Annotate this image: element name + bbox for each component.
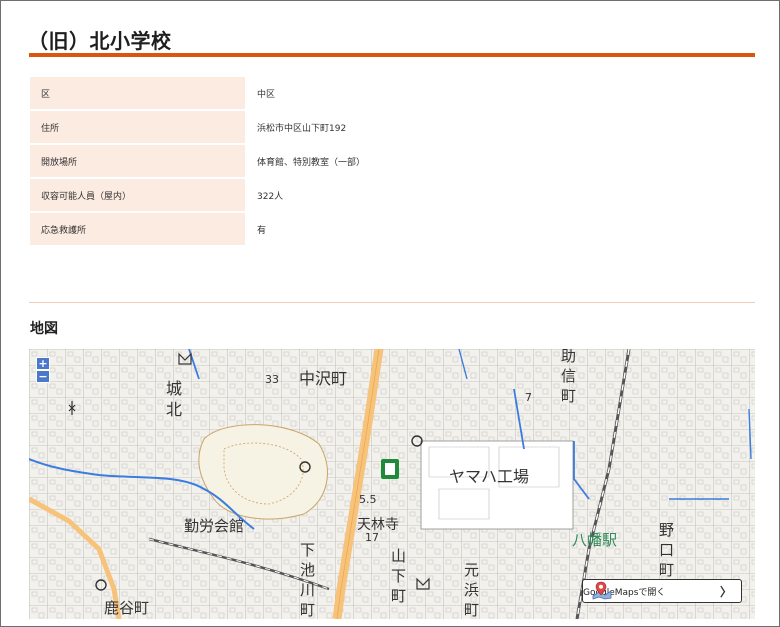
map-label-yamashita-3: 町 <box>391 587 406 605</box>
page-title: （旧）北小学校 <box>28 29 172 53</box>
row-label-address: 住所 <box>30 111 245 143</box>
map-label-motohama-3: 町 <box>464 601 479 619</box>
elevation-label: 33 <box>265 373 279 386</box>
map-pin-icon <box>592 581 612 600</box>
map-label-shimoike-1: 下 <box>300 541 315 559</box>
row-label-first-aid: 応急救護所 <box>30 213 245 245</box>
open-google-maps-button[interactable]: GoogleMapsで開く 〉 <box>582 579 742 603</box>
elevation-label: 17 <box>365 531 379 544</box>
map-label-shimoike-4: 町 <box>300 601 315 619</box>
table-row: 区 中区 <box>30 77 754 109</box>
row-label-capacity: 収容可能人員（屋内） <box>30 179 245 211</box>
page-frame: （旧）北小学校 区 中区 住所 浜松市中区山下町192 開放場所 体育館、特別教… <box>0 0 780 627</box>
map-label-shimoike-2: 池 <box>300 561 315 579</box>
elevation-label: 7 <box>525 391 532 404</box>
map-heading: 地図 <box>30 321 58 337</box>
row-value-capacity: 322人 <box>257 191 284 202</box>
row-label-open-area: 開放場所 <box>30 145 245 177</box>
zoom-out-button[interactable]: − <box>36 370 50 383</box>
row-value-open-area: 体育館、特別教室（一部） <box>257 157 366 168</box>
map-label-noguchi-1: 野 <box>659 521 674 539</box>
map-label-nakazawa: 中沢町 <box>299 369 347 388</box>
map-label-sukenobu-1: 助 <box>561 349 576 365</box>
map-view[interactable]: 中沢町 ヤマハ工場 勤労会館 天林寺 八幡駅 鹿谷町 城 北 山 下 町 下 池… <box>29 349 755 619</box>
map-label-motohama-1: 元 <box>464 561 479 579</box>
map-label-noguchi-3: 町 <box>659 561 674 579</box>
shelter-marker-inner <box>385 463 395 475</box>
map-label-hachiman-station: 八幡駅 <box>572 531 617 549</box>
map-label-yamashita-1: 山 <box>391 547 406 565</box>
row-value-first-aid: 有 <box>257 225 267 236</box>
elevation-label: 5.5 <box>359 493 377 506</box>
map-label-sukenobu-3: 町 <box>561 387 576 405</box>
zoom-in-button[interactable]: + <box>36 357 50 370</box>
chevron-right-icon: 〉 <box>720 584 733 599</box>
facility-info-table: 区 中区 住所 浜松市中区山下町192 開放場所 体育館、特別教室（一部） 収容… <box>30 75 754 247</box>
map-label-yamashita-2: 下 <box>391 567 406 585</box>
map-label-yamaha: ヤマハ工場 <box>449 467 529 486</box>
row-label-ward: 区 <box>30 77 245 109</box>
zoom-control: + − <box>36 357 50 383</box>
section-divider <box>29 302 755 303</box>
map-label-sukenobu-2: 信 <box>561 367 576 385</box>
map-label-kita: 北 <box>166 400 182 419</box>
table-row: 応急救護所 有 <box>30 213 754 245</box>
table-row: 住所 浜松市中区山下町192 <box>30 111 754 143</box>
map-label-noguchi-2: 口 <box>659 541 674 559</box>
map-label-shikatani: 鹿谷町 <box>104 599 149 617</box>
map-label-shiro: 城 <box>166 379 182 398</box>
row-value-address: 浜松市中区山下町192 <box>257 123 347 134</box>
table-row: 開放場所 体育館、特別教室（一部） <box>30 145 754 177</box>
title-underline <box>29 53 755 57</box>
map-label-motohama-2: 浜 <box>464 581 479 599</box>
table-row: 収容可能人員（屋内） 322人 <box>30 179 754 211</box>
map-label-shimoike-3: 川 <box>300 581 315 599</box>
map-label-kinro: 勤労会館 <box>184 517 244 535</box>
row-value-ward: 中区 <box>257 89 276 100</box>
